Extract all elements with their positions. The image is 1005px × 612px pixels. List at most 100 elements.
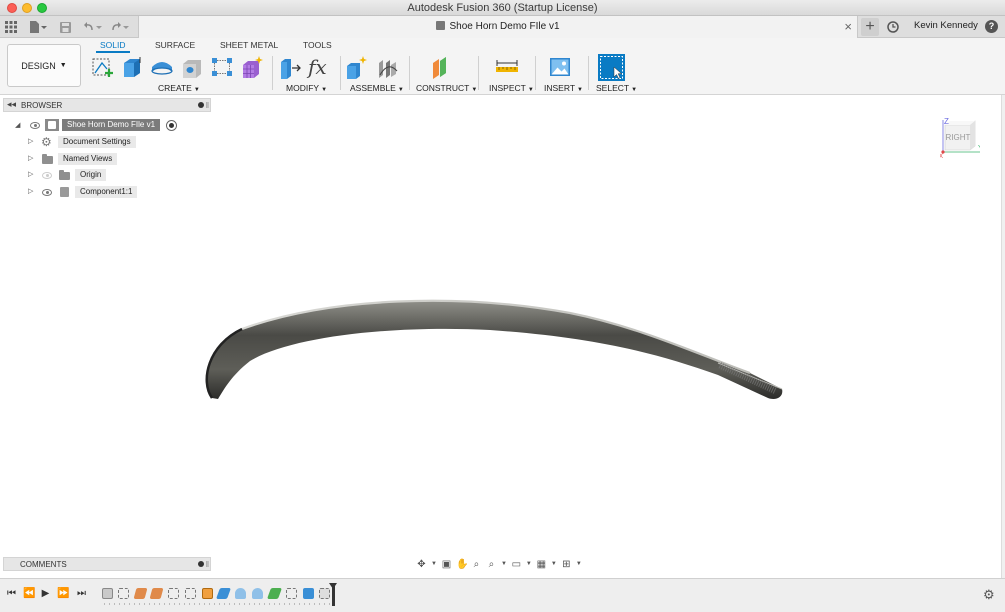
help-button[interactable]: ? bbox=[985, 20, 998, 33]
redo-icon[interactable] bbox=[110, 19, 130, 35]
create-form-icon[interactable] bbox=[240, 55, 264, 79]
inspect-group-menu[interactable]: INSPECT ▼ bbox=[489, 83, 534, 93]
comments-panel-header[interactable]: COMMENTS ‖ bbox=[3, 557, 211, 571]
tab-sheet-metal[interactable]: SHEET METAL bbox=[220, 40, 278, 50]
timeline-plane-icon[interactable] bbox=[133, 588, 148, 599]
expand-arrow-icon[interactable]: ▷ bbox=[28, 170, 33, 178]
step-forward-icon[interactable]: ⏩ bbox=[57, 588, 69, 599]
pattern-icon[interactable] bbox=[210, 55, 234, 79]
zoom-icon[interactable]: ⌕ bbox=[471, 559, 482, 570]
viewports-icon[interactable]: ⊞ bbox=[561, 559, 572, 570]
browser-panel-header[interactable]: ◂◂ BROWSER ‖ bbox=[3, 98, 211, 112]
create-group-menu[interactable]: CREATE ▼ bbox=[158, 83, 200, 93]
insert-image-icon[interactable] bbox=[548, 55, 572, 79]
window-select-icon[interactable] bbox=[598, 54, 625, 81]
timeline-sketch-icon[interactable] bbox=[118, 588, 129, 599]
panel-grip-icon[interactable]: ‖ bbox=[206, 101, 209, 110]
new-component-icon[interactable] bbox=[345, 55, 369, 79]
go-to-start-icon[interactable]: ⏮ bbox=[6, 588, 17, 599]
tab-tools[interactable]: TOOLS bbox=[303, 40, 332, 50]
orbit-icon[interactable]: ✥ bbox=[416, 559, 427, 570]
timeline-loft-icon[interactable] bbox=[235, 588, 246, 599]
chevron-down-icon[interactable]: ▼ bbox=[431, 561, 437, 567]
revolve-icon[interactable] bbox=[150, 55, 174, 79]
step-back-icon[interactable]: ⏪ bbox=[23, 588, 35, 599]
construct-group-menu[interactable]: CONSTRUCT ▼ bbox=[416, 83, 477, 93]
app-grid-icon[interactable] bbox=[5, 19, 17, 35]
go-to-end-icon[interactable]: ⏭ bbox=[76, 588, 87, 599]
axis-y-label: Y bbox=[978, 145, 980, 152]
timeline-sketch-icon[interactable] bbox=[319, 588, 330, 599]
grid-settings-icon[interactable]: ▦ bbox=[536, 559, 547, 570]
modify-group-menu[interactable]: MODIFY ▼ bbox=[286, 83, 327, 93]
gear-icon[interactable]: ⚙ bbox=[983, 587, 995, 603]
tab-close-button[interactable]: × bbox=[844, 19, 852, 34]
display-settings-icon[interactable]: ▭ bbox=[511, 559, 522, 570]
ribbon-separator bbox=[272, 56, 273, 90]
expand-arrow-icon[interactable]: ▷ bbox=[28, 137, 33, 145]
browser-item-component[interactable]: ▷ Component1:1 bbox=[0, 186, 212, 199]
component-icon bbox=[60, 187, 69, 197]
chevron-down-icon[interactable]: ▼ bbox=[551, 561, 557, 567]
visibility-eye-icon[interactable] bbox=[42, 172, 52, 179]
tab-solid[interactable]: SOLID bbox=[96, 40, 129, 53]
timeline-feature-icon[interactable] bbox=[202, 588, 213, 599]
file-menu-icon[interactable] bbox=[29, 19, 47, 35]
workspace-switcher[interactable]: DESIGN ▼ bbox=[7, 44, 81, 87]
new-tab-button[interactable]: + bbox=[861, 18, 879, 36]
timeline-sketch-icon[interactable] bbox=[286, 588, 297, 599]
tab-document[interactable]: Shoe Horn Demo FIle v1 × bbox=[138, 16, 858, 38]
timeline-sketch-icon[interactable] bbox=[168, 588, 179, 599]
parameters-icon[interactable]: fx bbox=[308, 55, 332, 79]
pan-icon[interactable]: ✋ bbox=[456, 559, 468, 570]
extrude-icon[interactable] bbox=[120, 55, 144, 79]
undo-icon[interactable] bbox=[83, 19, 103, 35]
chevron-down-icon[interactable]: ▼ bbox=[501, 561, 507, 567]
offset-plane-icon[interactable] bbox=[430, 55, 454, 79]
browser-item-label: Shoe Horn Demo FIle v1 bbox=[62, 119, 161, 131]
chevron-down-icon: ▼ bbox=[59, 62, 67, 69]
timeline-sketch-icon[interactable] bbox=[185, 588, 196, 599]
chevron-down-icon[interactable]: ▼ bbox=[526, 561, 532, 567]
browser-item-document-settings[interactable]: ▷ ⚙ Document Settings bbox=[0, 136, 212, 149]
play-icon[interactable]: ▶ bbox=[40, 588, 51, 599]
job-status-icon[interactable] bbox=[887, 19, 899, 35]
fit-icon[interactable]: ⌕ bbox=[486, 559, 497, 570]
panel-pin-icon[interactable] bbox=[198, 102, 204, 108]
timeline-stitch-icon[interactable] bbox=[266, 588, 283, 599]
chevron-down-icon[interactable]: ▼ bbox=[576, 561, 582, 567]
shoe-horn-model[interactable] bbox=[190, 285, 790, 410]
model-body bbox=[206, 300, 783, 399]
visibility-eye-icon[interactable] bbox=[30, 122, 40, 129]
browser-item-root[interactable]: ◢ Shoe Horn Demo FIle v1 bbox=[0, 119, 212, 132]
viewcube[interactable]: RIGHT Z Y X bbox=[940, 118, 980, 158]
panel-pin-icon[interactable] bbox=[198, 561, 204, 567]
panel-grip-icon[interactable]: ‖ bbox=[206, 560, 209, 569]
timeline-feature-icon[interactable] bbox=[102, 588, 113, 599]
timeline-loft-icon[interactable] bbox=[252, 588, 263, 599]
timeline-marker[interactable] bbox=[329, 583, 337, 606]
create-sketch-icon[interactable] bbox=[90, 55, 114, 79]
measure-icon[interactable] bbox=[495, 55, 519, 79]
save-icon[interactable] bbox=[60, 19, 71, 35]
look-at-icon[interactable]: ▣ bbox=[441, 559, 452, 570]
browser-item-named-views[interactable]: ▷ Named Views bbox=[0, 153, 212, 166]
select-group-menu[interactable]: SELECT ▼ bbox=[596, 83, 637, 93]
chevron-down-icon: ▼ bbox=[631, 87, 638, 93]
browser-item-origin[interactable]: ▷ Origin bbox=[0, 169, 212, 182]
press-pull-icon[interactable] bbox=[278, 55, 302, 79]
timeline-plane-icon[interactable] bbox=[149, 588, 164, 599]
expand-arrow-icon[interactable]: ▷ bbox=[28, 187, 33, 195]
tab-surface[interactable]: SURFACE bbox=[155, 40, 195, 50]
joint-icon[interactable] bbox=[376, 55, 400, 79]
assemble-group-menu[interactable]: ASSEMBLE ▼ bbox=[350, 83, 404, 93]
hole-icon[interactable] bbox=[180, 55, 204, 79]
insert-group-menu[interactable]: INSERT ▼ bbox=[544, 83, 583, 93]
visibility-eye-icon[interactable] bbox=[42, 189, 52, 196]
collapse-arrow-icon[interactable]: ◢ bbox=[15, 121, 20, 129]
timeline-surface-icon[interactable] bbox=[215, 588, 232, 599]
collapse-panel-icon[interactable]: ◂◂ bbox=[7, 99, 16, 110]
expand-arrow-icon[interactable]: ▷ bbox=[28, 154, 33, 162]
timeline-body-icon[interactable] bbox=[303, 588, 314, 599]
user-account-menu[interactable]: Kevin Kennedy bbox=[914, 20, 978, 31]
